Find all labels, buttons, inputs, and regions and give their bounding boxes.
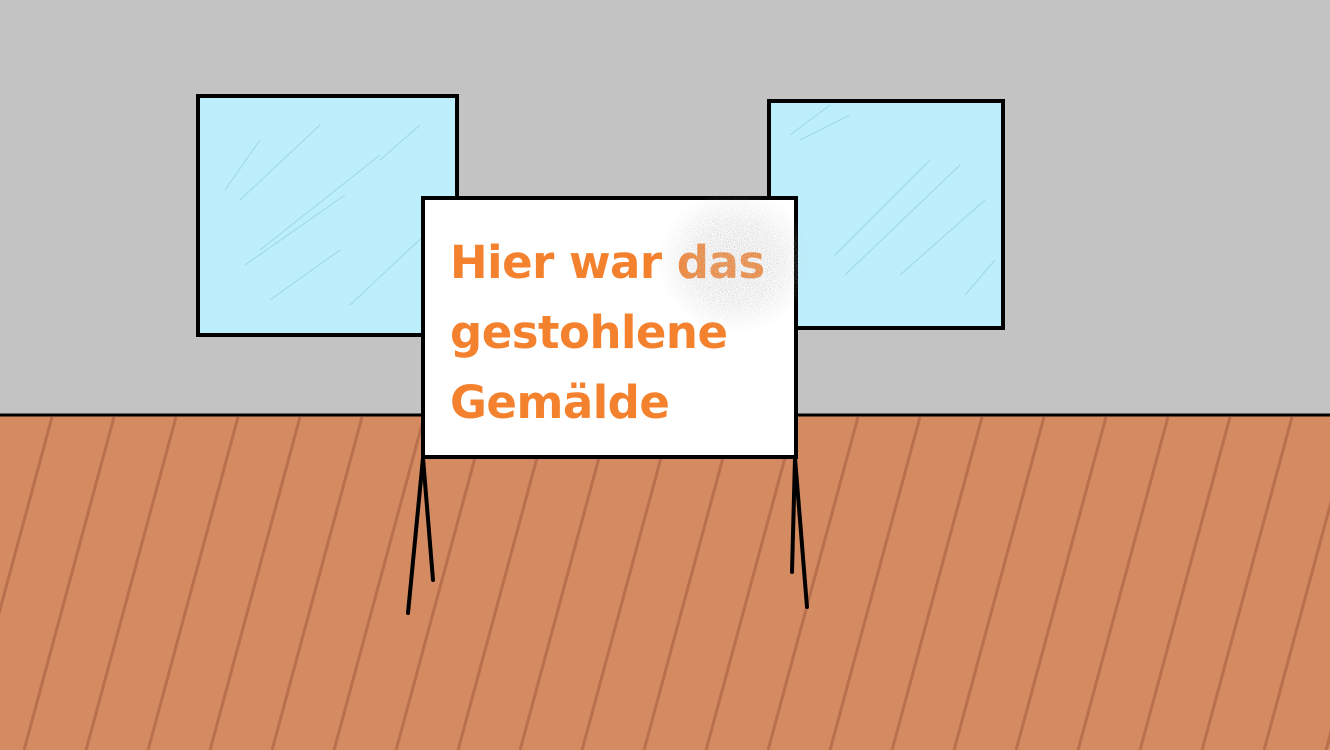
- sign-line-2: gestohlene: [450, 306, 728, 359]
- sign-text: Hier war das gestohlene Gemälde: [450, 228, 790, 438]
- window-left: [196, 94, 459, 337]
- sign-line-3: Gemälde: [450, 376, 670, 429]
- floor: [0, 413, 1330, 750]
- sign-line-1: Hier war das: [450, 236, 765, 289]
- window-right: [767, 99, 1005, 330]
